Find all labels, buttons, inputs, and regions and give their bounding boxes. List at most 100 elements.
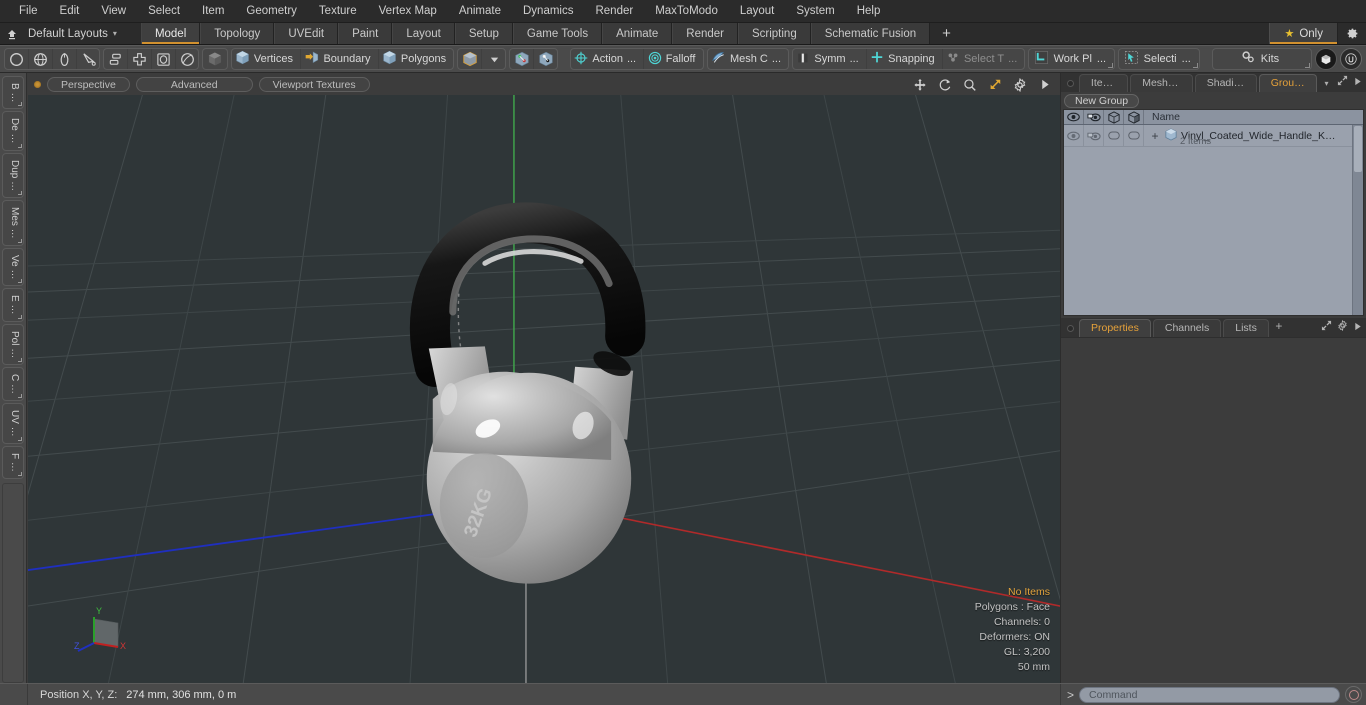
tab-shading[interactable]: Shading: [1194, 74, 1257, 92]
sidebar-tab-basic[interactable]: B …: [2, 76, 24, 110]
menu-item-dynamics[interactable]: Dynamics: [512, 0, 584, 22]
row-wireframe-toggle[interactable]: [1124, 125, 1144, 146]
menu-item-render[interactable]: Render: [584, 0, 644, 22]
viewport-3d[interactable]: 32KG Y X Z No Items Polygons: Face Chan…: [28, 95, 1060, 683]
globe-icon[interactable]: [29, 49, 53, 69]
cone-icon[interactable]: [53, 49, 77, 69]
kits-button[interactable]: Kits: [1211, 48, 1312, 70]
sidebar-tab-fusion[interactable]: F …: [2, 445, 24, 479]
square-in-box-icon[interactable]: [152, 49, 176, 69]
tab-game-tools[interactable]: Game Tools: [512, 23, 603, 44]
unreal-logo-icon[interactable]: [1339, 48, 1362, 70]
viewport-textures[interactable]: Viewport Textures: [258, 77, 370, 92]
menu-item-animate[interactable]: Animate: [448, 0, 512, 22]
play-triangle-icon[interactable]: [1035, 76, 1054, 93]
tab-channels[interactable]: Channels: [1152, 319, 1222, 337]
chevron-down-icon[interactable]: ▾: [1319, 79, 1335, 92]
cube-solid-icon[interactable]: [1124, 110, 1144, 124]
menu-item-edit[interactable]: Edit: [49, 0, 91, 22]
play-triangle-icon[interactable]: [1350, 77, 1366, 92]
tab-items[interactable]: Items: [1078, 74, 1129, 92]
tab-layout[interactable]: Layout: [392, 23, 455, 44]
boundary-mode-button[interactable]: Boundary: [301, 49, 379, 69]
row-render-toggle[interactable]: [1084, 125, 1104, 146]
row-lock-toggle[interactable]: [1104, 125, 1124, 146]
row-name-cell[interactable]: + Vinyl_Coated_Wide_Handle_K… 2 Items: [1144, 125, 1363, 147]
add-tab-button[interactable]: +: [930, 23, 963, 44]
tab-model[interactable]: Model: [140, 23, 201, 44]
sidebar-tab-polygon[interactable]: Pol …: [2, 323, 24, 365]
menu-item-item[interactable]: Item: [191, 0, 235, 22]
home-up-arrow-icon[interactable]: [0, 23, 24, 44]
selection-sets-button[interactable]: Selecti ...: [1118, 48, 1201, 70]
sidebar-tab-uv[interactable]: UV …: [2, 402, 24, 444]
tab-schematic-fusion[interactable]: Schematic Fusion: [810, 23, 931, 44]
tab-animate[interactable]: Animate: [602, 23, 673, 44]
play-triangle-icon[interactable]: [1350, 322, 1366, 337]
viewport-shading-mode[interactable]: Advanced: [135, 77, 253, 92]
menu-item-select[interactable]: Select: [137, 0, 191, 22]
expand-row-icon[interactable]: +: [1150, 130, 1160, 142]
tab-paint[interactable]: Paint: [338, 23, 393, 44]
work-plane-button[interactable]: Work Pl ...: [1028, 48, 1116, 70]
chevron-down-icon[interactable]: [482, 49, 505, 69]
expand-panel-icon[interactable]: [1334, 75, 1350, 92]
sidebar-tab-vertex[interactable]: Ve …: [2, 247, 24, 287]
gear-icon[interactable]: [1010, 76, 1029, 93]
tab-properties[interactable]: Properties: [1079, 319, 1151, 337]
table-row[interactable]: + Vinyl_Coated_Wide_Handle_K… 2 Items: [1064, 125, 1363, 147]
tab-setup[interactable]: Setup: [454, 23, 513, 44]
curve-icon[interactable]: [77, 49, 99, 69]
menu-item-view[interactable]: View: [90, 0, 137, 22]
sidebar-tab-deform[interactable]: De …: [2, 111, 24, 152]
cube-dark-icon[interactable]: [201, 48, 228, 70]
menu-item-layout[interactable]: Layout: [729, 0, 786, 22]
menu-item-vertex-map[interactable]: Vertex Map: [368, 0, 448, 22]
menu-item-texture[interactable]: Texture: [308, 0, 368, 22]
falloff-button[interactable]: Falloff: [644, 49, 703, 69]
add-panel-tab-button[interactable]: +: [1271, 319, 1287, 337]
rotate-icon[interactable]: [935, 76, 954, 93]
plus-box-icon[interactable]: [128, 49, 152, 69]
move-arrows-icon[interactable]: [910, 76, 929, 93]
align-icon[interactable]: [104, 49, 128, 69]
cube-outline-icon[interactable]: [1104, 110, 1124, 124]
magnifier-icon[interactable]: [960, 76, 979, 93]
menu-item-geometry[interactable]: Geometry: [235, 0, 308, 22]
mesh-constraint-button[interactable]: Mesh C ...: [708, 49, 788, 69]
snapping-button[interactable]: Snapping: [867, 49, 943, 69]
command-input[interactable]: [1079, 686, 1340, 703]
symmetry-button[interactable]: Symm ...: [793, 49, 867, 69]
tab-uvedit[interactable]: UVEdit: [274, 23, 339, 44]
tab-groups[interactable]: Groups: [1258, 74, 1317, 92]
sidebar-tab-mesh[interactable]: Mes …: [2, 200, 24, 246]
circle-icon[interactable]: [5, 49, 29, 69]
default-layouts-dropdown[interactable]: Default Layouts ▾: [24, 23, 127, 44]
sidebar-tab-edge[interactable]: E …: [2, 288, 24, 322]
select-through-button[interactable]: Select T ...: [943, 49, 1025, 69]
eye-icon[interactable]: [1064, 110, 1084, 124]
sidebar-tab-curve[interactable]: C …: [2, 366, 24, 401]
tab-lists[interactable]: Lists: [1223, 319, 1269, 337]
new-group-button[interactable]: New Group: [1064, 93, 1140, 108]
only-toggle[interactable]: ★ Only: [1269, 23, 1338, 44]
polygons-mode-button[interactable]: Polygons: [379, 49, 454, 69]
fit-diagonal-icon[interactable]: [985, 76, 1004, 93]
axis-gizmo-green-icon[interactable]: [510, 49, 535, 69]
gear-icon[interactable]: [1338, 23, 1366, 44]
menu-item-maxtomodo[interactable]: MaxToModo: [644, 0, 729, 22]
gear-icon[interactable]: [1334, 319, 1350, 337]
tab-render[interactable]: Render: [672, 23, 738, 44]
menu-item-help[interactable]: Help: [846, 0, 892, 22]
cube-gold-icon[interactable]: [458, 49, 483, 69]
vertices-mode-button[interactable]: Vertices: [232, 49, 302, 69]
expand-panel-icon[interactable]: [1318, 320, 1334, 337]
action-center-button[interactable]: Action ...: [571, 49, 645, 69]
sphere-outline-icon[interactable]: [176, 49, 198, 69]
viewport-view-mode[interactable]: Perspective: [47, 77, 130, 92]
menu-item-file[interactable]: File: [8, 0, 49, 22]
tab-mesh-ops[interactable]: Mesh …: [1130, 74, 1193, 92]
groups-tree-body[interactable]: + Vinyl_Coated_Wide_Handle_K… 2 Items: [1064, 125, 1363, 315]
tree-scrollbar[interactable]: [1352, 125, 1363, 315]
tab-topology[interactable]: Topology: [200, 23, 275, 44]
